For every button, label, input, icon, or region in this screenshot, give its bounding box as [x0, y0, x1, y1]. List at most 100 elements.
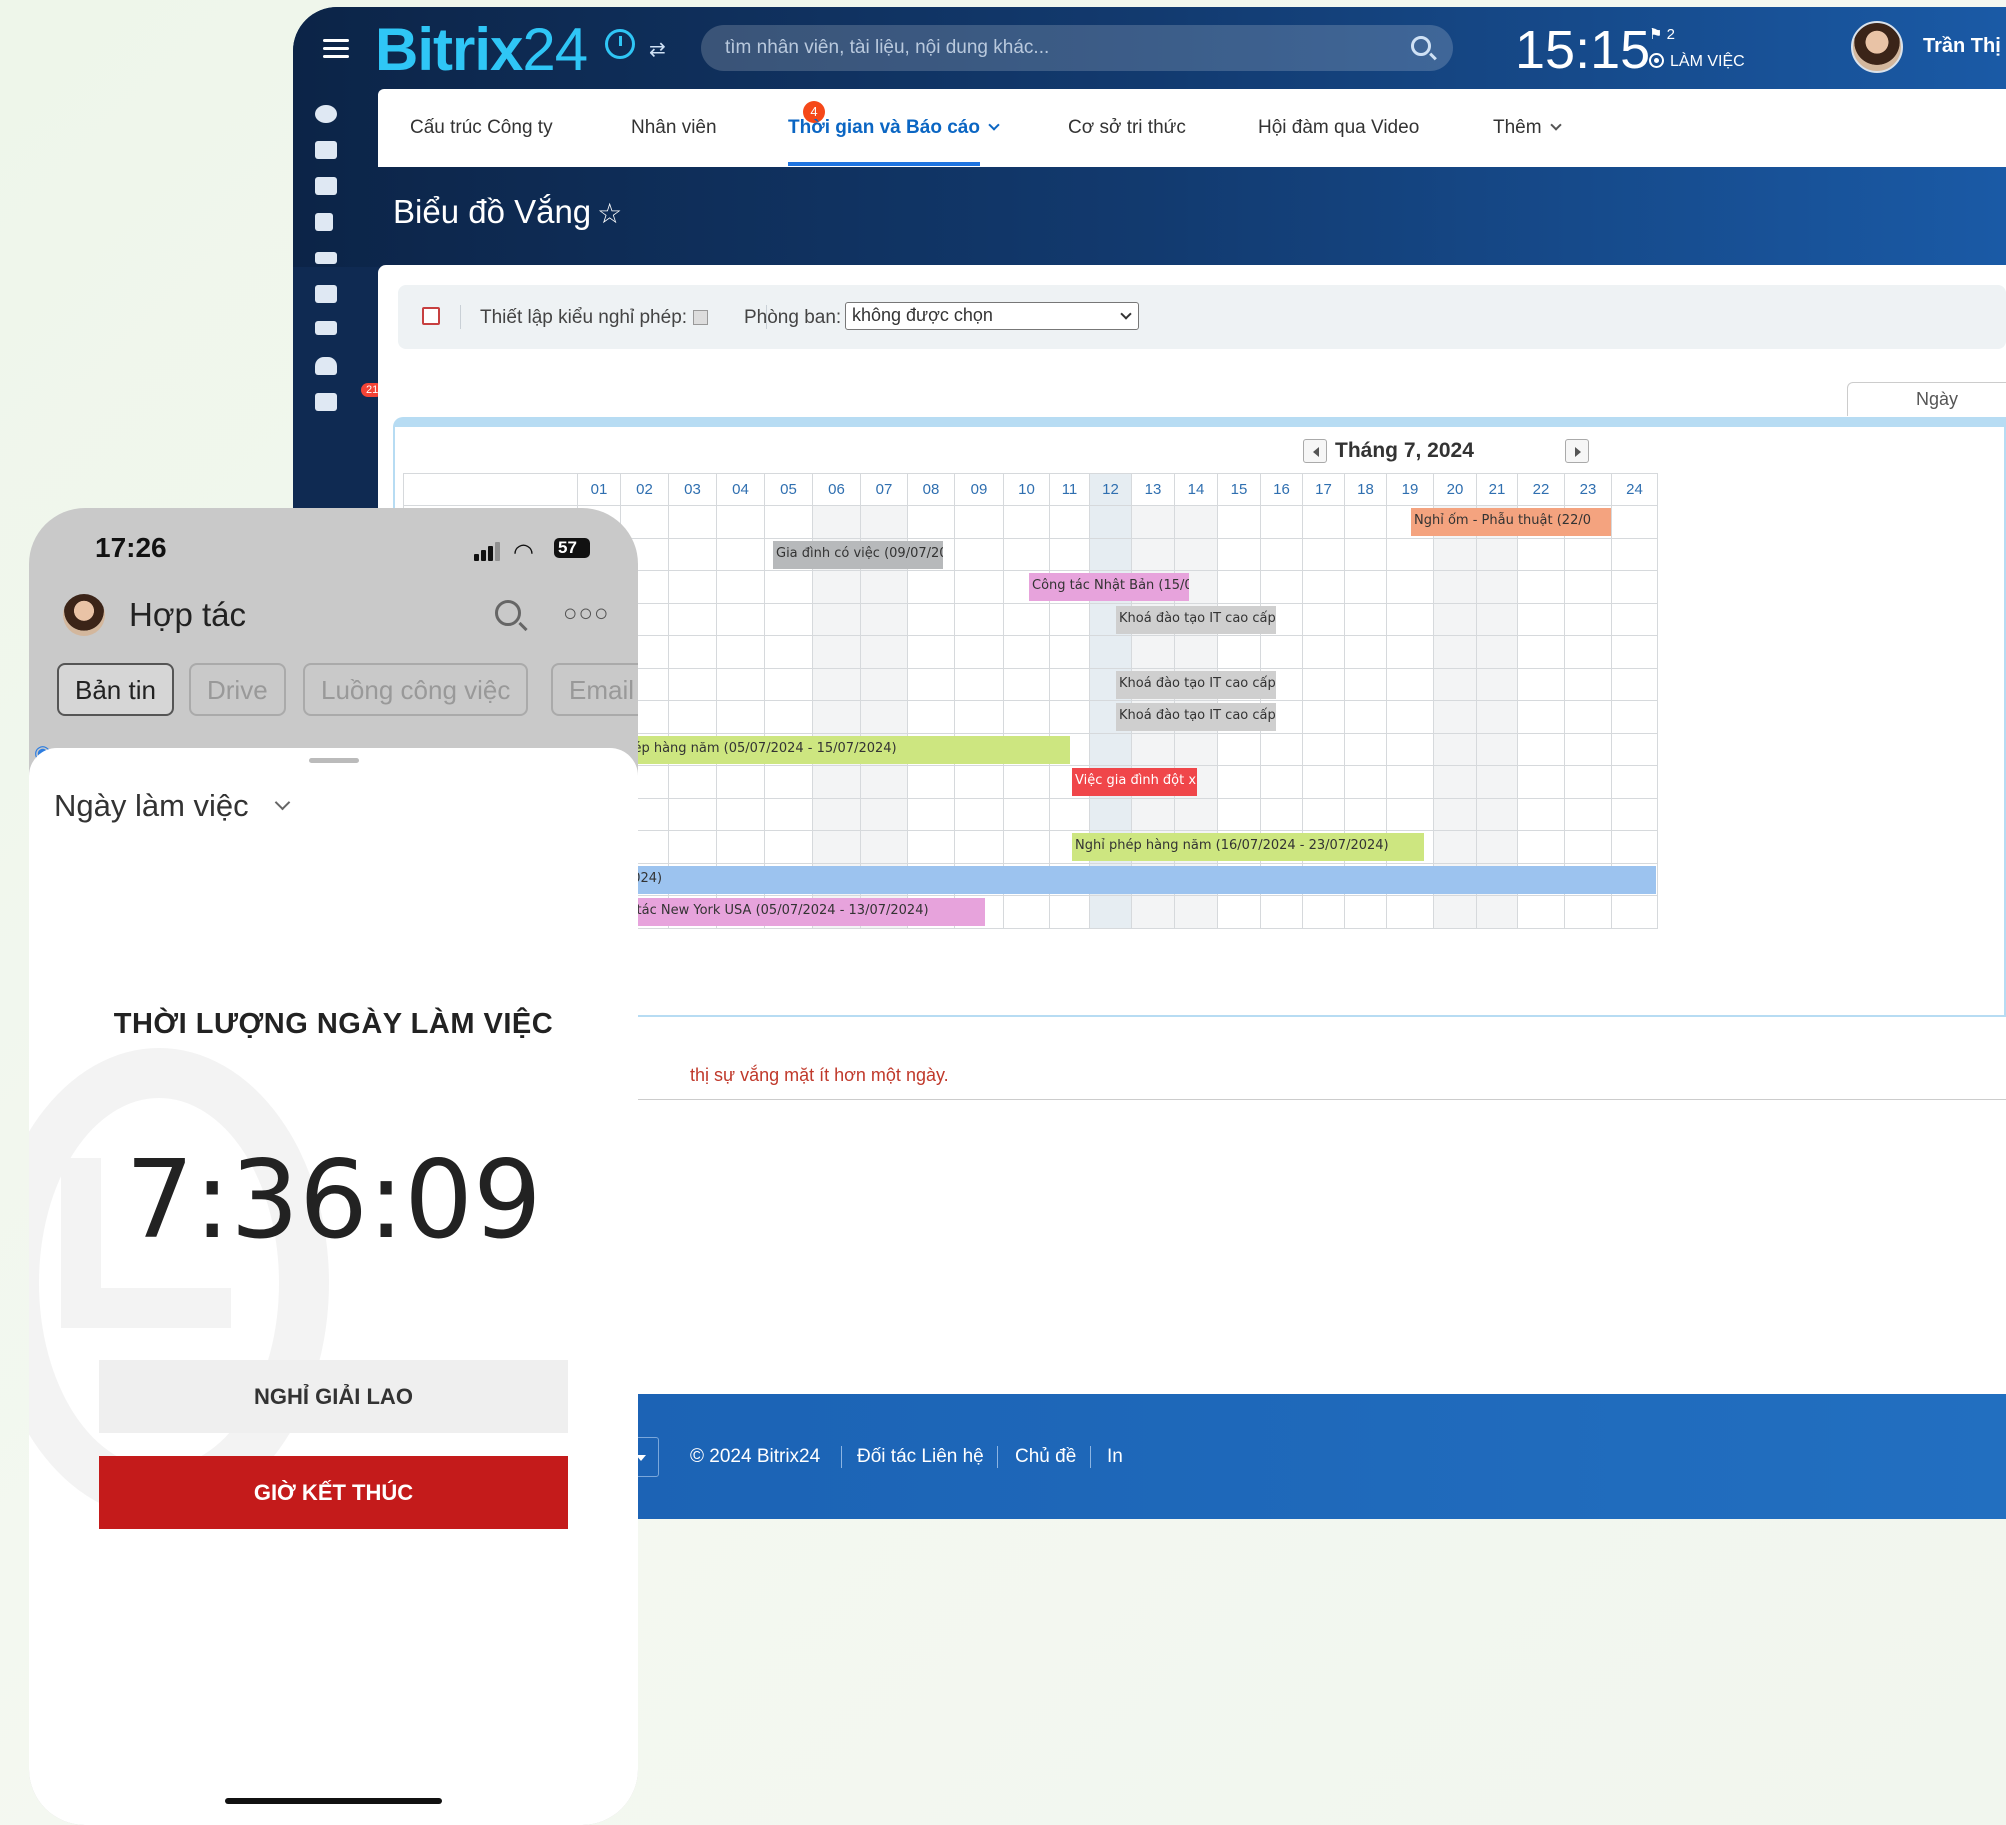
drive-icon[interactable] [315, 249, 341, 271]
day-cell[interactable] [764, 765, 813, 799]
nav-more[interactable]: Thêm [1493, 117, 1562, 139]
day-cell[interactable] [907, 635, 955, 669]
absence-bar[interactable]: Gia đình có việc (09/07/2024 - 12/ [773, 540, 943, 569]
day-cell[interactable] [954, 830, 1004, 864]
day-cell[interactable] [1049, 700, 1090, 734]
day-cell[interactable] [1611, 895, 1658, 929]
day-cell[interactable] [764, 667, 813, 701]
day-cell[interactable] [1611, 505, 1658, 539]
day-cell[interactable] [1386, 602, 1434, 636]
day-cell[interactable] [1611, 537, 1658, 571]
day-cell[interactable] [1049, 635, 1090, 669]
day-cell[interactable] [668, 602, 717, 636]
day-cell[interactable] [812, 667, 861, 701]
absence-bar[interactable]: Khoá đào tạo IT cao cấp [1116, 605, 1276, 634]
day-cell[interactable] [907, 602, 955, 636]
day-cell[interactable] [1433, 797, 1477, 831]
day-cell[interactable] [1003, 765, 1050, 799]
day-cell[interactable] [716, 700, 765, 734]
day-cell[interactable] [1564, 895, 1612, 929]
day-cell[interactable] [1611, 732, 1658, 766]
day-cell[interactable] [1564, 570, 1612, 604]
day-cell[interactable] [1611, 667, 1658, 701]
absence-bar[interactable]: Công tác Nhật Bản (15/0 [1029, 573, 1189, 601]
day-cell[interactable] [1611, 765, 1658, 799]
day-cell[interactable] [1476, 635, 1518, 669]
avatar[interactable] [63, 594, 105, 636]
nav-time-reports[interactable]: Thời gian và Báo cáo [788, 117, 1000, 139]
day-cell[interactable] [860, 667, 908, 701]
clock-icon[interactable] [605, 29, 635, 59]
day-cell[interactable] [1302, 602, 1345, 636]
day-cell[interactable] [716, 765, 765, 799]
day-cell[interactable] [1049, 505, 1090, 539]
day-cell[interactable] [1386, 635, 1434, 669]
day-cell[interactable] [1260, 505, 1303, 539]
day-cell[interactable] [907, 700, 955, 734]
settings-slider-icon[interactable]: ⇄ [649, 37, 666, 62]
day-cell[interactable] [1344, 635, 1387, 669]
day-cell[interactable] [1344, 505, 1387, 539]
absence-bar[interactable]: Việc gia đình đột xuất (1 [1072, 768, 1197, 796]
day-cell[interactable] [1476, 797, 1518, 831]
user-name[interactable]: Trần Thị L [1923, 35, 2006, 58]
day-cell[interactable] [1476, 732, 1518, 766]
day-cell[interactable] [1476, 700, 1518, 734]
day-cell[interactable] [1564, 732, 1612, 766]
star-icon[interactable]: ☆ [597, 198, 622, 229]
day-cell[interactable] [1517, 537, 1565, 571]
day-cell[interactable] [1564, 635, 1612, 669]
prev-month-arrow-icon[interactable] [1303, 439, 1327, 463]
day-cell[interactable] [716, 635, 765, 669]
tab-drive[interactable]: Drive [189, 663, 286, 716]
day-cell[interactable] [907, 570, 955, 604]
day-cell[interactable] [1260, 732, 1303, 766]
day-cell[interactable] [812, 505, 861, 539]
day-cell[interactable] [1302, 635, 1345, 669]
day-cell[interactable] [860, 700, 908, 734]
day-cell[interactable] [1003, 700, 1050, 734]
day-cell[interactable] [1003, 505, 1050, 539]
day-cell[interactable] [764, 830, 813, 864]
day-cell[interactable] [1003, 797, 1050, 831]
day-cell[interactable] [1386, 667, 1434, 701]
day-cell[interactable] [1517, 635, 1565, 669]
home-indicator[interactable] [225, 1798, 442, 1804]
sheet-handle[interactable] [309, 758, 359, 763]
day-cell[interactable] [1131, 732, 1175, 766]
day-cell[interactable] [716, 602, 765, 636]
day-cell[interactable] [1386, 895, 1434, 929]
day-cell[interactable] [1564, 537, 1612, 571]
day-cell[interactable] [1344, 895, 1387, 929]
tab-email[interactable]: Email [551, 663, 638, 716]
day-cell[interactable] [1517, 700, 1565, 734]
absence-bar[interactable]: Nghỉ phép hàng năm (16/07/2024 - 23/07/2… [1072, 833, 1424, 861]
day-cell[interactable] [907, 830, 955, 864]
day-cell[interactable] [1302, 667, 1345, 701]
tab-workflows[interactable]: Luồng công việc [303, 663, 529, 716]
day-cell[interactable] [1089, 732, 1132, 766]
day-cell[interactable] [1344, 700, 1387, 734]
day-cell[interactable] [1302, 732, 1345, 766]
day-cell[interactable] [1217, 505, 1261, 539]
day-cell[interactable] [1433, 700, 1477, 734]
day-cell[interactable] [1089, 635, 1132, 669]
day-cell[interactable] [1433, 537, 1477, 571]
day-cell[interactable] [1564, 797, 1612, 831]
day-cell[interactable] [1564, 830, 1612, 864]
day-cell[interactable] [1433, 602, 1477, 636]
mail-icon[interactable] [315, 321, 341, 343]
day-cell[interactable] [1433, 895, 1477, 929]
avatar[interactable] [1851, 21, 1903, 73]
day-cell[interactable] [668, 537, 717, 571]
day-cell[interactable] [1217, 765, 1261, 799]
day-cell[interactable] [907, 505, 955, 539]
calendar-icon[interactable] [422, 307, 440, 325]
day-cell[interactable] [1386, 732, 1434, 766]
search-input[interactable]: tìm nhân viên, tài liệu, nội dung khác..… [701, 25, 1453, 71]
day-cell[interactable] [812, 570, 861, 604]
day-cell[interactable] [1217, 537, 1261, 571]
department-select[interactable]: không được chọn [845, 302, 1139, 330]
day-cell[interactable] [1049, 667, 1090, 701]
day-cell[interactable] [764, 602, 813, 636]
